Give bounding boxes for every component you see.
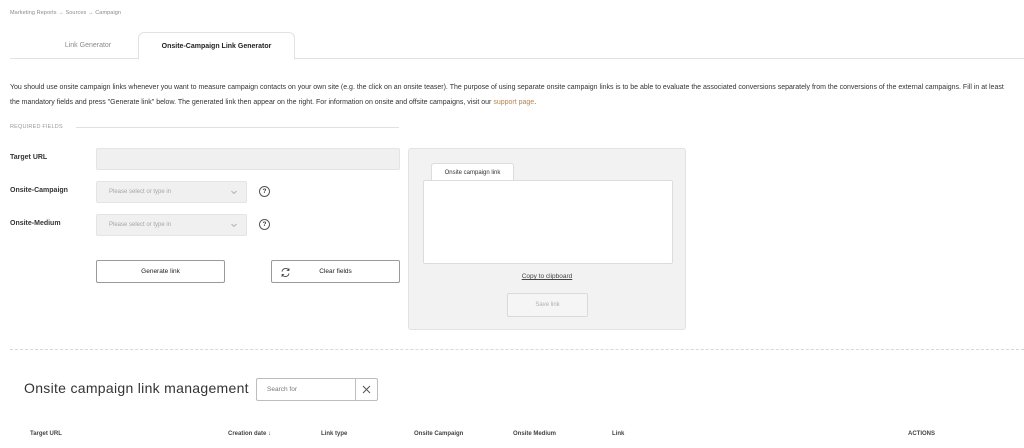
onsite-medium-label: Onsite-Medium	[10, 220, 61, 227]
refresh-icon	[281, 268, 290, 277]
close-icon	[362, 385, 371, 394]
clear-fields-button[interactable]: Clear fields	[271, 260, 400, 283]
breadcrumb: Marketing Reports → Sources → Campaign	[10, 10, 122, 16]
creation-date-label: Creation date	[228, 431, 267, 437]
section-divider-dashed	[10, 349, 1024, 350]
target-url-input[interactable]	[96, 148, 400, 170]
support-page-link[interactable]: support page	[493, 99, 534, 106]
target-url-label: Target URL	[10, 154, 48, 161]
output-panel: Onsite campaign link Copy to clipboard S…	[408, 148, 686, 330]
column-header-onsite-campaign[interactable]: Onsite Campaign	[414, 431, 463, 437]
onsite-medium-select[interactable]: Please select or type in	[96, 214, 247, 236]
section-divider	[76, 127, 399, 128]
search-input[interactable]: Search for	[256, 378, 355, 401]
onsite-campaign-link-output[interactable]	[423, 180, 673, 264]
column-header-onsite-medium[interactable]: Onsite Medium	[513, 431, 556, 437]
column-header-link[interactable]: Link	[612, 431, 624, 437]
search-clear-button[interactable]	[355, 378, 378, 401]
tab-link-generator[interactable]: Link Generator	[38, 32, 138, 59]
required-fields-label: REQUIRED FIELDS	[10, 124, 63, 130]
intro-text: You should use onsite campaign links whe…	[10, 80, 1015, 110]
save-link-button[interactable]: Save link	[507, 293, 588, 317]
management-title: Onsite campaign link management	[24, 380, 249, 396]
generate-link-button[interactable]: Generate link	[96, 260, 225, 283]
help-icon[interactable]: ?	[259, 219, 270, 230]
intro-end: .	[534, 99, 537, 106]
chevron-down-icon	[231, 223, 237, 228]
tab-bar: Link Generator Onsite-Campaign Link Gene…	[10, 32, 1024, 60]
column-header-link-type[interactable]: Link type	[321, 431, 347, 437]
column-header-target-url[interactable]: Target URL	[30, 431, 62, 437]
onsite-medium-placeholder: Please select or type in	[109, 222, 172, 228]
tab-onsite-campaign-link-generator[interactable]: Onsite-Campaign Link Generator	[138, 32, 295, 60]
help-icon[interactable]: ?	[259, 186, 270, 197]
onsite-campaign-placeholder: Please select or type in	[109, 189, 172, 195]
onsite-campaign-label: Onsite-Campaign	[10, 187, 68, 194]
sort-down-icon: ↓	[268, 431, 272, 437]
column-header-creation-date[interactable]: Creation date ↓	[228, 431, 271, 437]
chevron-down-icon	[231, 190, 237, 195]
onsite-campaign-link-tab[interactable]: Onsite campaign link	[431, 163, 514, 181]
clear-fields-label: Clear fields	[319, 268, 352, 275]
column-header-actions: ACTIONS	[908, 431, 935, 437]
copy-to-clipboard-link[interactable]: Copy to clipboard	[409, 273, 685, 280]
onsite-campaign-select[interactable]: Please select or type in	[96, 181, 247, 203]
